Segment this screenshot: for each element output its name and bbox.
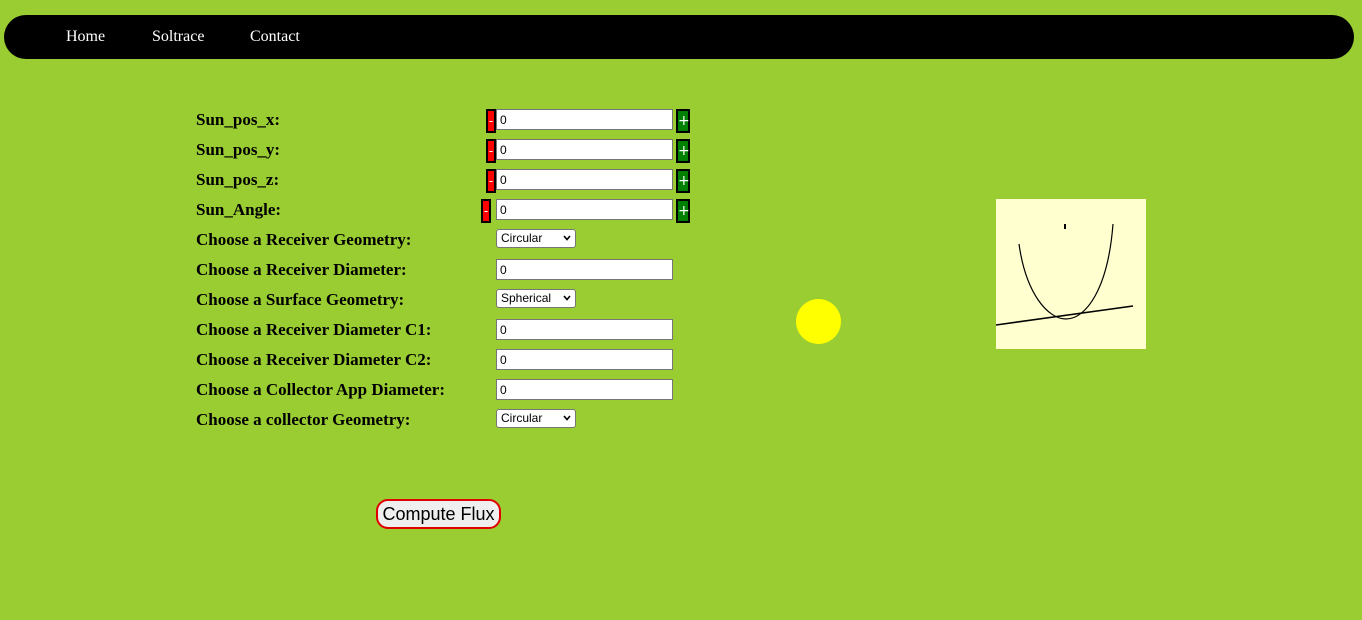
geometry-preview-canvas <box>995 199 1146 349</box>
receiver-diameter-input[interactable] <box>496 259 673 280</box>
collector-curve <box>1018 223 1114 320</box>
surface-geometry-label: Choose a Surface Geometry: <box>196 290 405 309</box>
sun-ray-line <box>995 305 1134 326</box>
collector-geometry-select[interactable]: Circular <box>496 409 576 428</box>
chevron-down-icon <box>563 415 571 421</box>
surface-geometry-selected: Spherical <box>501 291 552 305</box>
receiver-diameter-c1-label: Choose a Receiver Diameter C1: <box>196 320 432 339</box>
nav-home-link[interactable]: Home <box>66 28 105 46</box>
sun-pos-x-input[interactable] <box>496 109 673 130</box>
parabolic-collector-drawing <box>995 223 1134 326</box>
receiver-diameter-c2-input[interactable] <box>496 349 673 370</box>
chevron-down-icon <box>563 235 571 241</box>
collector-app-diameter-input[interactable] <box>496 379 673 400</box>
sun-pos-y-input[interactable] <box>496 139 673 160</box>
sun-pos-y-decrement-button[interactable]: - <box>486 139 496 163</box>
surface-geometry-select[interactable]: Spherical <box>496 289 576 308</box>
sun-pos-z-increment-button[interactable]: + <box>676 169 690 193</box>
compute-flux-button[interactable]: Compute Flux <box>376 499 501 529</box>
receiver-geometry-selected: Circular <box>501 231 543 245</box>
navbar: Home Soltrace Contact <box>4 15 1354 59</box>
receiver-geometry-select[interactable]: Circular <box>496 229 576 248</box>
sun-pos-x-label: Sun_pos_x: <box>196 110 281 129</box>
sun-pos-z-label: Sun_pos_z: <box>196 170 280 189</box>
sun-angle-increment-button[interactable]: + <box>676 199 690 223</box>
sun-pos-y-increment-button[interactable]: + <box>676 139 690 163</box>
sun-pos-x-decrement-button[interactable]: - <box>486 109 496 133</box>
receiver-diameter-c2-label: Choose a Receiver Diameter C2: <box>196 350 432 369</box>
sun-circle <box>796 299 841 344</box>
sun-pos-y-label: Sun_pos_y: <box>196 140 281 159</box>
sun-pos-z-input[interactable] <box>496 169 673 190</box>
sun-pos-z-decrement-button[interactable]: - <box>486 169 496 193</box>
sun-angle-decrement-button[interactable]: - <box>481 199 491 223</box>
collector-geometry-selected: Circular <box>501 411 543 425</box>
collector-geometry-label: Choose a collector Geometry: <box>196 410 411 429</box>
collector-app-diameter-label: Choose a Collector App Diameter: <box>196 380 445 399</box>
sun-angle-input[interactable] <box>496 199 673 220</box>
receiver-geometry-label: Choose a Receiver Geometry: <box>196 230 412 249</box>
nav-soltrace-link[interactable]: Soltrace <box>152 28 204 46</box>
chevron-down-icon <box>563 295 571 301</box>
nav-contact-link[interactable]: Contact <box>250 28 300 46</box>
receiver-diameter-c1-input[interactable] <box>496 319 673 340</box>
sun-angle-label: Sun_Angle: <box>196 200 282 219</box>
receiver-diameter-label: Choose a Receiver Diameter: <box>196 260 407 279</box>
sun-pos-x-increment-button[interactable]: + <box>676 109 690 133</box>
